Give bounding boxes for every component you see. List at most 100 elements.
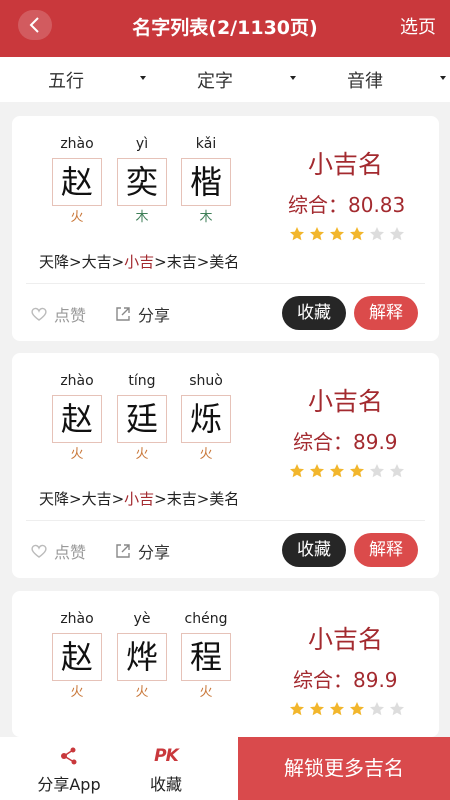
share-button[interactable]: 分享	[114, 539, 170, 563]
favorite-button[interactable]: 收藏	[282, 533, 346, 567]
star-empty-icon	[370, 464, 384, 478]
char-column: zhào 赵 火	[52, 134, 102, 226]
char-column: shuò 烁 火	[181, 371, 231, 463]
hanzi: 廷	[117, 395, 167, 443]
filter-dingzi[interactable]: 定字	[197, 67, 233, 93]
pinyin: shuò	[189, 373, 223, 389]
filter-wuxing[interactable]: 五行	[48, 67, 84, 93]
chain-text: >末吉>美名	[154, 490, 240, 508]
filter-bar: 五行 定字 音律	[0, 57, 450, 102]
element-label: 火	[70, 210, 84, 225]
explain-button[interactable]: 解释	[354, 533, 418, 567]
char-column: zhào 赵 火	[52, 371, 102, 463]
hanzi: 烁	[181, 395, 231, 443]
hanzi: 赵	[52, 633, 102, 681]
grade-label: 小吉名	[308, 625, 384, 654]
rating-stars	[289, 463, 405, 479]
hanzi: 赵	[52, 395, 102, 443]
heart-icon	[31, 544, 47, 558]
divider	[26, 283, 425, 284]
star-filled-icon	[290, 227, 304, 241]
pinyin: yì	[135, 136, 149, 152]
star-filled-icon	[310, 227, 324, 241]
explain-button[interactable]: 解释	[354, 296, 418, 330]
star-filled-icon	[330, 227, 344, 241]
star-filled-icon	[350, 464, 364, 478]
pinyin: tíng	[128, 373, 156, 389]
fortune-chain: 天降>大吉>小吉>末吉>美名	[39, 251, 239, 272]
like-label: 点赞	[54, 306, 87, 325]
element-label: 火	[70, 447, 84, 462]
unlock-more-button[interactable]: 解锁更多吉名	[238, 737, 450, 800]
star-empty-icon	[370, 227, 384, 241]
divider	[26, 520, 425, 521]
favorites-label: 收藏	[149, 775, 182, 794]
hanzi: 奕	[117, 158, 167, 206]
star-empty-icon	[390, 227, 404, 241]
star-empty-icon	[370, 702, 384, 716]
element-label: 火	[199, 447, 213, 462]
page-title: 名字列表(2/1130页)	[132, 17, 318, 39]
star-filled-icon	[290, 702, 304, 716]
share-app-tab[interactable]: 分享App	[19, 737, 119, 800]
char-column: kǎi 楷 木	[181, 134, 231, 226]
share-icon	[116, 307, 130, 321]
char-column: zhào 赵 火	[52, 609, 102, 701]
element-label: 火	[135, 685, 149, 700]
char-column: chéng 程 火	[181, 609, 231, 701]
hanzi: 程	[181, 633, 231, 681]
caret-down-icon	[440, 76, 446, 80]
share-app-label: 分享App	[37, 775, 101, 794]
pk-icon: PK	[151, 745, 181, 767]
star-filled-icon	[350, 227, 364, 241]
like-label: 点赞	[54, 543, 87, 562]
score-label: 综合：89.9	[293, 430, 398, 454]
share-icon	[116, 544, 130, 558]
chain-text: 天降>大吉>	[39, 490, 125, 508]
rating-stars	[289, 701, 405, 717]
star-filled-icon	[350, 702, 364, 716]
element-label: 木	[199, 210, 213, 225]
element-label: 火	[135, 447, 149, 462]
hanzi: 烨	[117, 633, 167, 681]
share-label: 分享	[138, 306, 171, 325]
char-column: yì 奕 木	[117, 134, 167, 226]
element-label: 火	[199, 685, 213, 700]
share-label: 分享	[138, 543, 171, 562]
name-card[interactable]: zhào 赵 火 yì 奕 木 kǎi 楷 木 小吉名 综合：80.83 天降>…	[12, 116, 439, 341]
favorite-button[interactable]: 收藏	[282, 296, 346, 330]
grade-label: 小吉名	[308, 150, 384, 179]
name-card[interactable]: zhào 赵 火 tíng 廷 火 shuò 烁 火 小吉名 综合：89.9 天…	[12, 353, 439, 578]
grade-label: 小吉名	[308, 387, 384, 416]
select-page-button[interactable]: 选页	[400, 13, 436, 39]
caret-down-icon	[290, 76, 296, 80]
like-button[interactable]: 点赞	[30, 539, 86, 563]
star-filled-icon	[330, 702, 344, 716]
score-label: 综合：80.83	[288, 193, 406, 217]
like-button[interactable]: 点赞	[30, 302, 86, 326]
filter-yinlv[interactable]: 音律	[347, 67, 383, 93]
header-bar: 名字列表(2/1130页) 选页	[0, 0, 450, 57]
star-empty-icon	[390, 702, 404, 716]
share-nodes-icon	[54, 745, 84, 767]
pk-icon-text: PK	[154, 746, 179, 766]
chain-highlight: 小吉	[124, 490, 155, 508]
pinyin: yè	[133, 611, 151, 627]
fortune-chain: 天降>大吉>小吉>末吉>美名	[39, 488, 239, 509]
element-label: 木	[135, 210, 149, 225]
caret-down-icon	[140, 76, 146, 80]
share-button[interactable]: 分享	[114, 302, 170, 326]
star-filled-icon	[310, 464, 324, 478]
element-label: 火	[70, 685, 84, 700]
hanzi: 赵	[52, 158, 102, 206]
star-filled-icon	[310, 702, 324, 716]
name-card[interactable]: zhào 赵 火 yè 烨 火 chéng 程 火 小吉名 综合：89.9	[12, 591, 439, 737]
star-filled-icon	[330, 464, 344, 478]
star-empty-icon	[390, 464, 404, 478]
star-filled-icon	[290, 464, 304, 478]
favorites-tab[interactable]: PK 收藏	[116, 737, 216, 800]
pinyin: kǎi	[195, 136, 217, 152]
score-label: 综合：89.9	[293, 668, 398, 692]
heart-icon	[31, 307, 47, 321]
pinyin: zhào	[60, 611, 94, 627]
